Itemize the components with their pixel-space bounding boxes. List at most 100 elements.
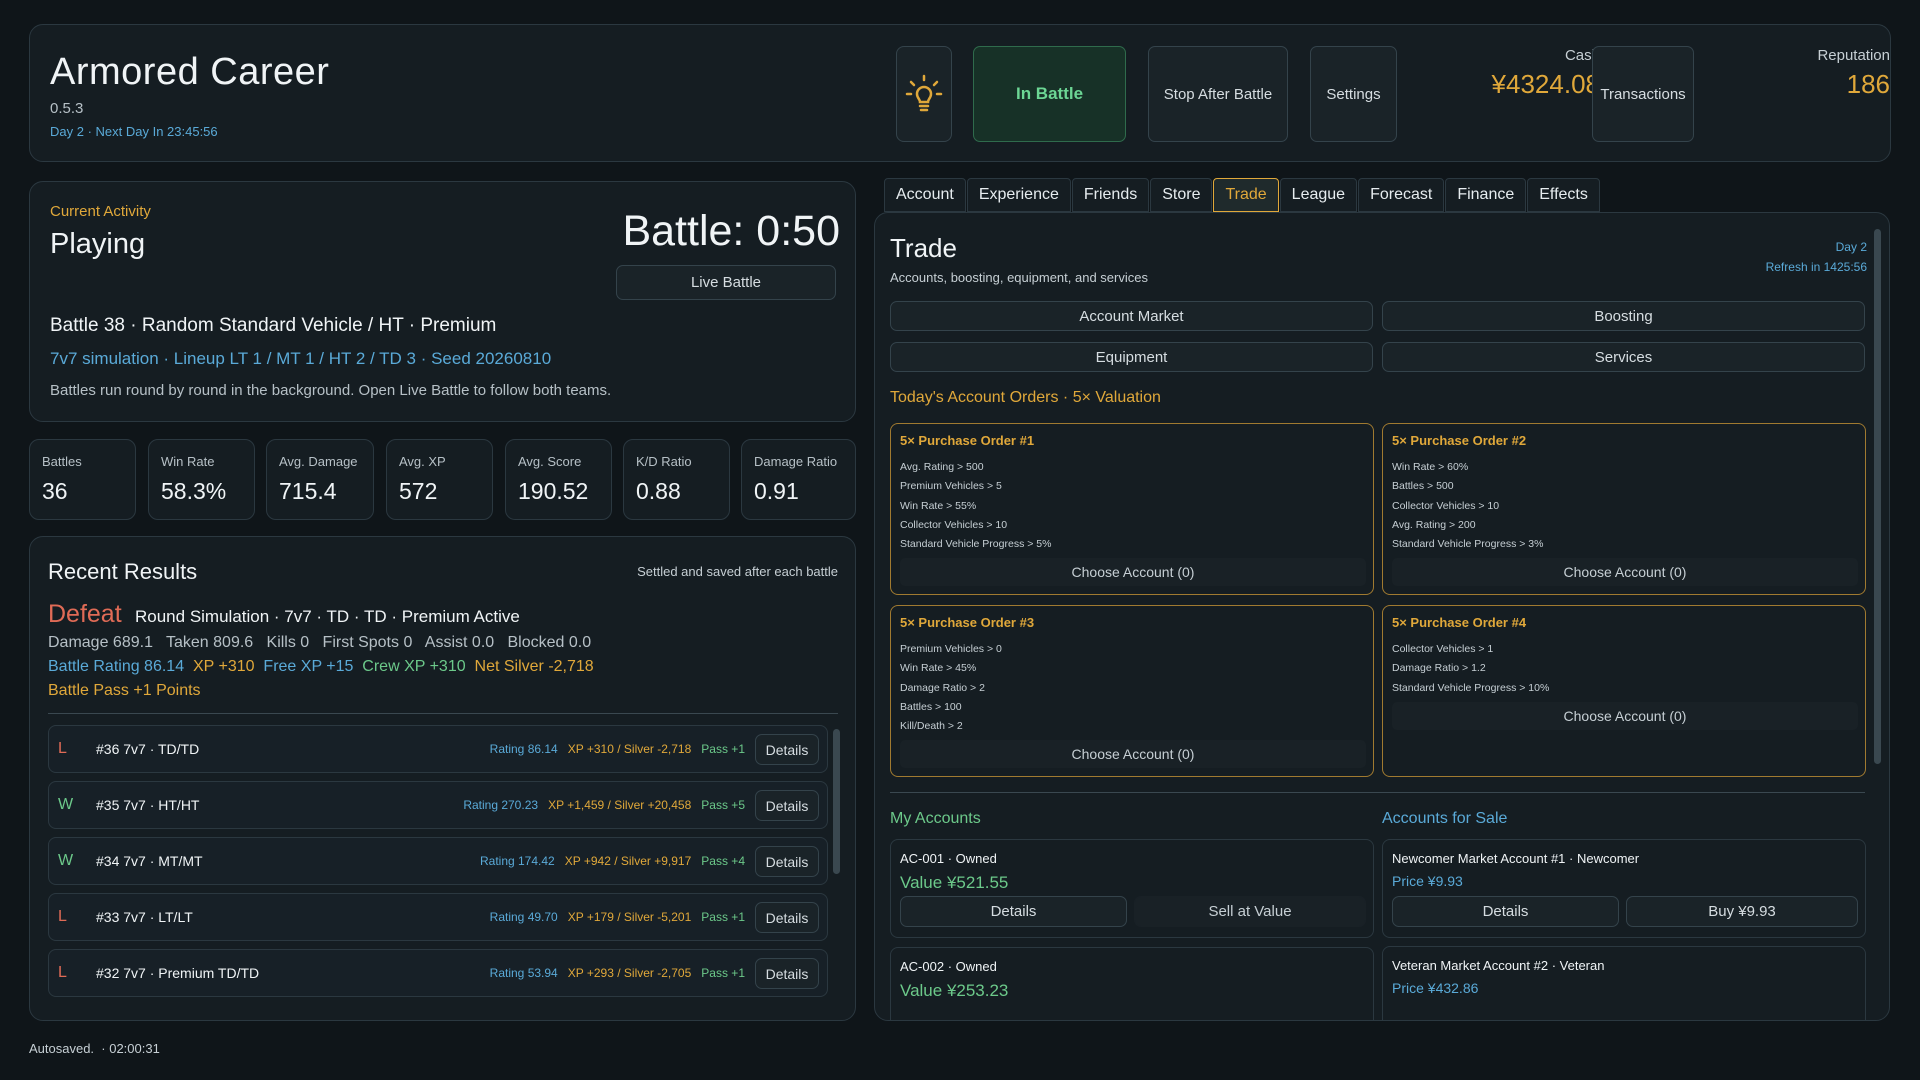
purchase-order-card: 5× Purchase Order #4 Collector Vehicles …	[1382, 605, 1866, 777]
result-rating: Rating 53.94	[489, 966, 558, 980]
sale-account-card: Veteran Market Account #2 · Veteran Pric…	[1382, 946, 1866, 1020]
result-stats: Rating 174.42 XP +942 / Silver +9,917 Pa…	[480, 854, 745, 868]
stat-label: Avg. Damage	[279, 454, 358, 469]
result-pass: Pass +1	[701, 742, 745, 756]
stat-label: Win Rate	[161, 454, 215, 469]
tab-bar: Account Experience Friends Store Trade L…	[884, 178, 1601, 212]
details-button[interactable]: Details	[755, 958, 819, 989]
in-battle-button[interactable]: In Battle	[973, 46, 1126, 142]
last-result-rewards: Battle Rating 86.14 XP +310 Free XP +15 …	[48, 658, 594, 676]
sell-at-value-button[interactable]: Sell at Value	[1134, 896, 1366, 927]
buy-account-button[interactable]: Buy ¥9.93	[1626, 896, 1858, 927]
account-details-button[interactable]: Details	[900, 896, 1127, 927]
result-row[interactable]: L #33 7v7 · LT/LT Rating 49.70 XP +179 /…	[48, 893, 828, 941]
result-stats: Rating 49.70 XP +179 / Silver -5,201 Pas…	[490, 910, 745, 924]
result-row[interactable]: L #36 7v7 · TD/TD Rating 86.14 XP +310 /…	[48, 725, 828, 773]
services-button[interactable]: Services	[1382, 342, 1865, 372]
trade-panel: Trade Accounts, boosting, equipment, and…	[874, 212, 1890, 1021]
result-row[interactable]: W #35 7v7 · HT/HT Rating 270.23 XP +1,45…	[48, 781, 828, 829]
account-name: AC-001 · Owned	[900, 851, 997, 866]
reputation-label: Reputation	[1817, 47, 1890, 64]
stat-value: 190.52	[518, 478, 589, 504]
purchase-order-title: 5× Purchase Order #1	[900, 433, 1035, 448]
stat-label: K/D Ratio	[636, 454, 692, 469]
result-name: #34 7v7 · MT/MT	[96, 853, 203, 869]
hint-button[interactable]	[896, 46, 952, 142]
result-letter: W	[58, 852, 74, 869]
account-name: Newcomer Market Account #1 · Newcomer	[1392, 851, 1640, 866]
tab-friends[interactable]: Friends	[1071, 178, 1150, 212]
day-countdown: Day 2 · Next Day In 23:45:56	[50, 124, 218, 139]
tab-forecast[interactable]: Forecast	[1358, 178, 1445, 212]
result-name: #35 7v7 · HT/HT	[96, 797, 200, 813]
requirement: Avg. Rating > 500	[900, 461, 984, 473]
transactions-button[interactable]: Transactions	[1592, 46, 1694, 142]
stat-value: 0.91	[754, 478, 799, 504]
tab-experience[interactable]: Experience	[966, 178, 1071, 212]
details-button[interactable]: Details	[755, 902, 819, 933]
tab-trade[interactable]: Trade	[1213, 178, 1279, 212]
choose-account-button[interactable]: Choose Account (0)	[900, 558, 1366, 586]
reputation-value: 186	[1846, 69, 1890, 99]
tab-account[interactable]: Account	[884, 178, 966, 212]
requirement: Standard Vehicle Progress > 5%	[900, 538, 1052, 551]
owned-account-card: AC-001 · Owned Value ¥521.55 Details Sel…	[890, 839, 1374, 938]
requirement: Standard Vehicle Progress > 10%	[1392, 681, 1550, 694]
purchase-order-card: 5× Purchase Order #1 Avg. Rating > 500 P…	[890, 423, 1374, 595]
stat-value: 36	[42, 478, 68, 504]
last-result-combat-stats: Damage 689.1 Taken 809.6 Kills 0 First S…	[48, 634, 592, 651]
stat-value: 715.4	[279, 478, 337, 504]
result-letter: L	[58, 964, 67, 981]
result-name: #33 7v7 · LT/LT	[96, 909, 193, 925]
stat-label: Avg. XP	[399, 454, 446, 469]
trade-scrollbar[interactable]	[1874, 229, 1881, 764]
requirement: Collector Vehicles > 10	[900, 518, 1008, 531]
choose-account-button[interactable]: Choose Account (0)	[1392, 702, 1858, 730]
accounts-for-sale-title: Accounts for Sale	[1382, 810, 1508, 827]
account-price: Price ¥9.93	[1392, 873, 1463, 889]
stat-value: 572	[399, 478, 438, 504]
result-rating: Rating 270.23	[463, 798, 539, 812]
live-battle-button[interactable]: Live Battle	[616, 265, 836, 300]
cash-label: Cash	[1564, 47, 1600, 64]
result-rating: Rating 86.14	[489, 742, 558, 756]
recent-results-panel: Recent Results Settled and saved after e…	[29, 536, 856, 1021]
stat-label: Damage Ratio	[754, 454, 838, 469]
account-market-button[interactable]: Account Market	[890, 301, 1373, 331]
purchase-order-requirements: Avg. Rating > 500 Premium Vehicles > 5 W…	[900, 458, 1051, 554]
stop-after-battle-button[interactable]: Stop After Battle	[1148, 46, 1288, 142]
recent-results-title: Recent Results	[48, 559, 198, 584]
details-button[interactable]: Details	[755, 846, 819, 877]
divider	[48, 713, 838, 714]
details-button[interactable]: Details	[755, 790, 819, 821]
tab-store[interactable]: Store	[1150, 178, 1213, 212]
recent-results-scrollbar[interactable]	[833, 729, 840, 874]
recent-results-list[interactable]: L #36 7v7 · TD/TD Rating 86.14 XP +310 /…	[48, 725, 828, 1009]
requirement: Damage Ratio > 2	[900, 681, 985, 694]
tab-finance[interactable]: Finance	[1445, 178, 1527, 212]
account-details-button[interactable]: Details	[1392, 896, 1619, 927]
tab-effects[interactable]: Effects	[1527, 178, 1600, 212]
requirement: Premium Vehicles > 5	[900, 480, 1002, 493]
settings-button[interactable]: Settings	[1310, 46, 1397, 142]
account-value: Value ¥253.23	[900, 981, 1009, 1000]
divider	[890, 792, 1865, 793]
result-row[interactable]: W #34 7v7 · MT/MT Rating 174.42 XP +942 …	[48, 837, 828, 885]
tab-league[interactable]: League	[1279, 178, 1358, 212]
result-row[interactable]: L #32 7v7 · Premium TD/TD Rating 53.94 X…	[48, 949, 828, 997]
purchase-order-requirements: Win Rate > 60% Battles > 500 Collector V…	[1392, 458, 1543, 554]
choose-account-button[interactable]: Choose Account (0)	[1392, 558, 1858, 586]
purchase-order-title: 5× Purchase Order #2	[1392, 433, 1527, 448]
choose-account-button[interactable]: Choose Account (0)	[900, 740, 1366, 768]
details-button[interactable]: Details	[755, 734, 819, 765]
requirement: Damage Ratio > 1.2	[1392, 662, 1486, 675]
result-letter: L	[58, 908, 67, 925]
stat-card-avg-score: Avg. Score 190.52	[505, 439, 612, 520]
result-rating: Rating 174.42	[479, 854, 555, 868]
stat-card-avg-xp: Avg. XP 572	[386, 439, 493, 520]
requirement: Win Rate > 45%	[900, 662, 977, 675]
battle-pass-points: Battle Pass +1 Points	[48, 682, 201, 699]
result-xp-silver: XP +310 / Silver -2,718	[567, 742, 692, 756]
boosting-button[interactable]: Boosting	[1382, 301, 1865, 331]
equipment-button[interactable]: Equipment	[890, 342, 1373, 372]
